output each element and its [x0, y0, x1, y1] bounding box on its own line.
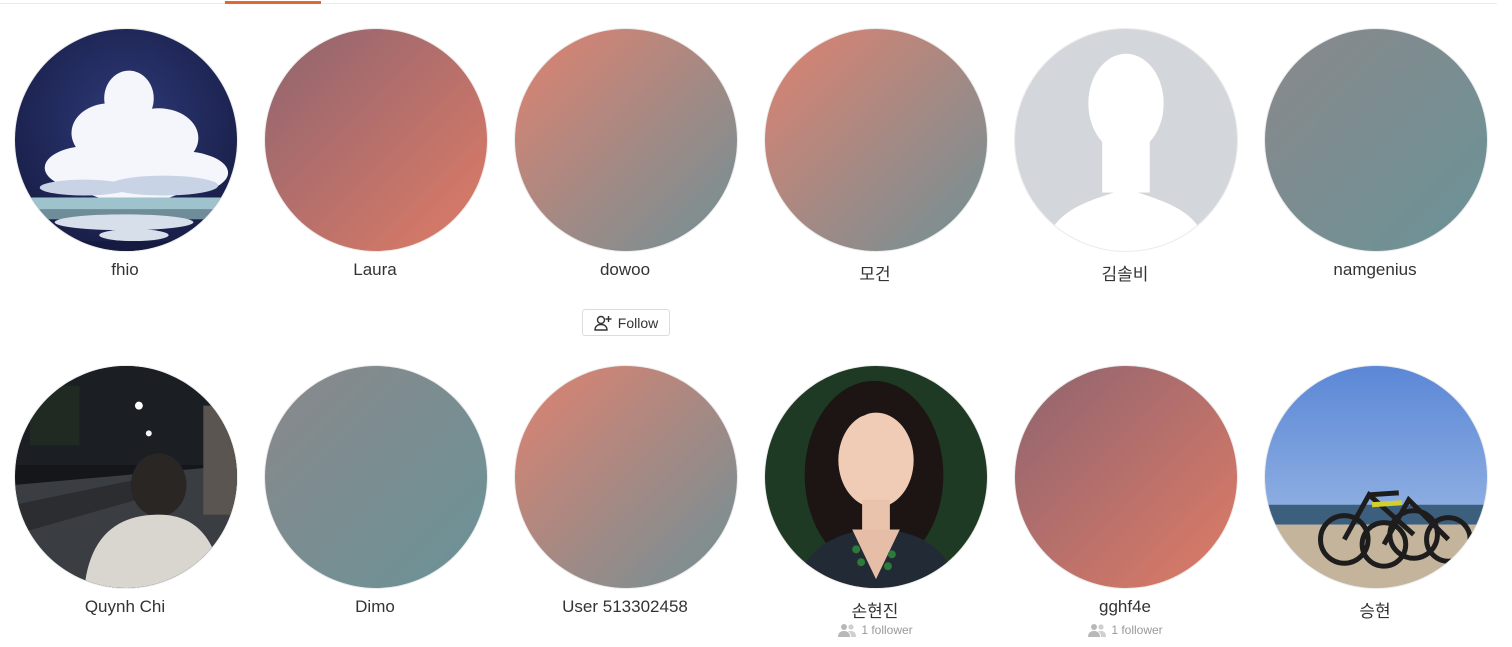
follower-count-label: 1 follower: [1111, 623, 1163, 637]
follow-button-label: Follow: [617, 314, 659, 331]
avatar[interactable]: [14, 365, 238, 589]
user-name[interactable]: dowoo: [500, 260, 750, 280]
follow-button[interactable]: Follow: [582, 309, 670, 336]
follower-count-label: 1 follower: [861, 623, 913, 637]
avatar[interactable]: [1014, 365, 1238, 589]
user-name[interactable]: Laura: [250, 260, 500, 280]
user-name[interactable]: Quynh Chi: [0, 597, 250, 617]
add-user-icon: [594, 315, 612, 331]
followers-icon: [1088, 624, 1107, 637]
avatar[interactable]: [1014, 28, 1238, 252]
user-name[interactable]: 모건: [750, 260, 1000, 285]
user-name[interactable]: 손현진: [750, 597, 1000, 622]
avatar[interactable]: [764, 365, 988, 589]
user-name[interactable]: Dimo: [250, 597, 500, 617]
avatar[interactable]: [764, 28, 988, 252]
avatar[interactable]: [264, 365, 488, 589]
follower-count: 1 follower: [1000, 623, 1250, 637]
user-name[interactable]: namgenius: [1250, 260, 1500, 280]
avatar[interactable]: [1264, 365, 1488, 589]
avatar[interactable]: [1264, 28, 1488, 252]
user-name[interactable]: gghf4e: [1000, 597, 1250, 617]
user-name[interactable]: 승현: [1250, 597, 1500, 622]
avatar[interactable]: [514, 28, 738, 252]
avatar[interactable]: [514, 365, 738, 589]
avatar[interactable]: [264, 28, 488, 252]
user-name[interactable]: User 513302458: [500, 597, 750, 617]
user-name[interactable]: fhio: [0, 260, 250, 280]
avatar[interactable]: [14, 28, 238, 252]
user-grid: fhio Laura dowoo 모건 김솔비 namgenius Follow…: [0, 0, 1512, 647]
user-name[interactable]: 김솔비: [1000, 260, 1250, 285]
followers-icon: [838, 624, 857, 637]
follower-count: 1 follower: [750, 623, 1000, 637]
